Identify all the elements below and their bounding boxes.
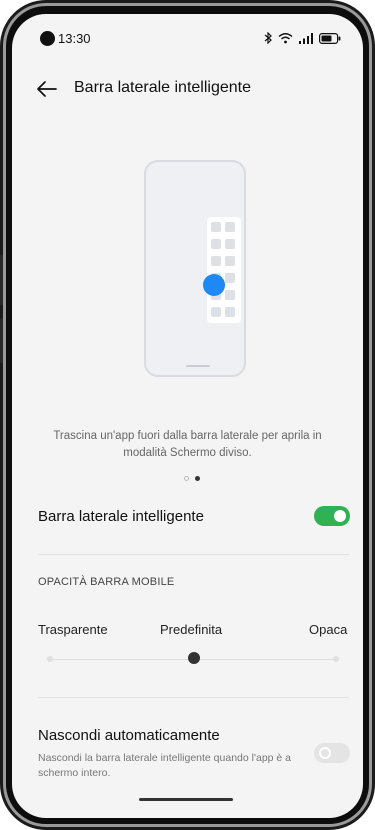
signal-icon (299, 32, 313, 44)
opacity-option-transparent[interactable]: Trasparente (38, 622, 108, 637)
app-tile (211, 307, 221, 317)
auto-hide-toggle[interactable] (314, 743, 350, 763)
slider-stop-transparent[interactable] (47, 656, 53, 662)
app-tile (225, 239, 235, 249)
page-indicator (184, 476, 200, 481)
wifi-icon (278, 33, 293, 44)
front-camera (40, 31, 55, 46)
status-icons (264, 29, 341, 47)
status-time: 13:30 (58, 31, 91, 46)
toggle-knob (319, 747, 331, 759)
app-tile (225, 273, 235, 283)
divider (38, 554, 349, 555)
arrow-left-icon (37, 81, 57, 97)
home-indicator (139, 798, 233, 801)
page-title: Barra laterale intelligente (74, 79, 251, 96)
opacity-slider-thumb[interactable] (188, 652, 200, 664)
status-bar: 13:30 (12, 14, 363, 62)
auto-hide-label: Nascondi automaticamente (38, 727, 220, 744)
dragged-app-dot (203, 274, 225, 296)
opacity-option-opaque[interactable]: Opaca (309, 622, 347, 637)
battery-icon (319, 32, 341, 44)
back-button[interactable] (36, 80, 58, 98)
app-tile (225, 307, 235, 317)
bluetooth-icon (264, 32, 272, 44)
sidebar-illustration (207, 217, 241, 323)
page-dot-active[interactable] (195, 476, 200, 481)
page-dot[interactable] (184, 476, 189, 481)
divider (38, 697, 349, 698)
app-tile (211, 222, 221, 232)
illustration-home-bar (186, 365, 210, 367)
illustration-caption: Trascina un'app fuori dalla barra latera… (53, 430, 322, 459)
screen: 13:30 Barra laterale intelligente Trasci… (12, 14, 363, 818)
app-tile (211, 256, 221, 266)
app-tile (225, 222, 235, 232)
auto-hide-description: Nascondi la barra laterale intelligente … (38, 752, 292, 779)
app-tile (225, 290, 235, 300)
volume-button (0, 255, 3, 305)
opacity-option-default[interactable]: Predefinita (160, 622, 222, 637)
toggle-knob (334, 510, 346, 522)
slider-stop-opaque[interactable] (333, 656, 339, 662)
app-tile (211, 239, 221, 249)
phone-illustration (144, 160, 246, 377)
opacity-section-title: OPACITÀ BARRA MOBILE (38, 576, 175, 588)
smart-sidebar-label: Barra laterale intelligente (38, 508, 204, 525)
app-tile (225, 256, 235, 266)
smart-sidebar-toggle[interactable] (314, 506, 350, 526)
power-button (0, 318, 3, 363)
